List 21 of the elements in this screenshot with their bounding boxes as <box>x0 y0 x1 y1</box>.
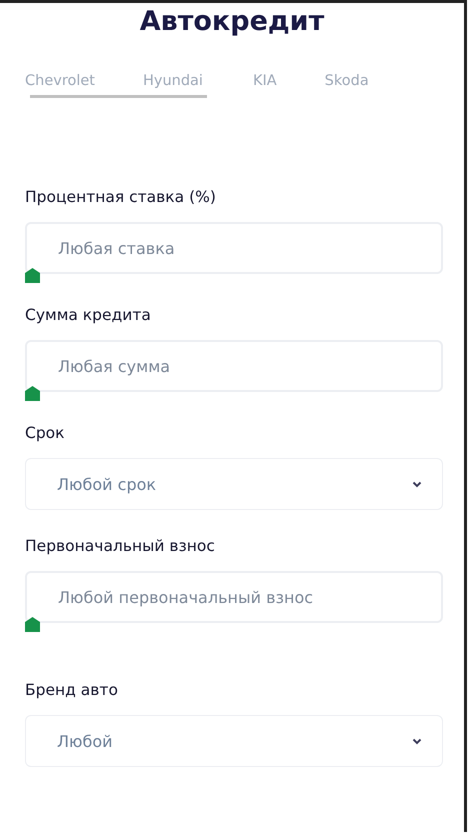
slider-handle[interactable] <box>25 386 40 401</box>
dropdown-field[interactable]: Любой срок <box>25 458 443 510</box>
brand-tab[interactable]: Chevrolet <box>25 73 95 89</box>
page-title: Автокредит <box>138 5 326 39</box>
field-label: Первоначальный взнос <box>25 536 216 556</box>
brand-tab[interactable]: KIA <box>252 73 277 89</box>
field-label: Бренд авто <box>25 680 119 700</box>
brand-tab[interactable]: Skoda <box>324 73 369 89</box>
slider-handle[interactable] <box>25 268 40 283</box>
brand-tab[interactable]: Hyundai <box>142 73 203 89</box>
field-label: Сумма кредита <box>25 305 152 325</box>
dropdown-field[interactable]: Любой <box>25 715 443 767</box>
chevron-down-icon <box>412 480 422 488</box>
input-field[interactable]: Любая ставка <box>25 222 443 274</box>
input-field[interactable]: Любой первоначальный взнос <box>25 571 443 623</box>
chevron-down-icon <box>412 738 422 744</box>
tab-scrollbar[interactable] <box>30 95 207 98</box>
slider-handle[interactable] <box>25 617 40 632</box>
field-label: Срок <box>25 423 66 443</box>
input-field[interactable]: Любая сумма <box>25 340 443 392</box>
field-label: Процентная ставка (%) <box>25 187 217 207</box>
